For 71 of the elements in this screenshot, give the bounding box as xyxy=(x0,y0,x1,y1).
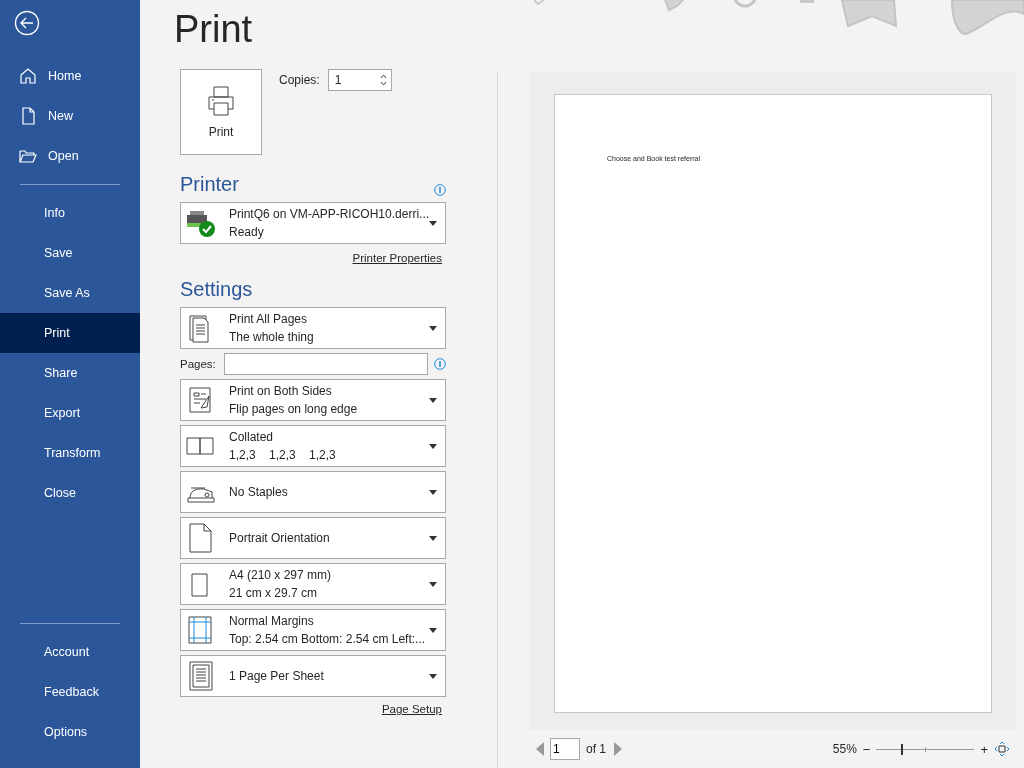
printer-status: Ready xyxy=(229,225,265,239)
setting-title: Portrait Orientation xyxy=(229,531,331,545)
print-button[interactable]: Print xyxy=(180,69,262,155)
sidebar-item[interactable]: Print xyxy=(0,313,140,353)
sidebar-item[interactable]: Account xyxy=(0,632,140,672)
printer-dropdown[interactable]: PrintQ6 on VM-APP-RICOH10.derri... Ready xyxy=(180,202,446,244)
setting-title: No Staples xyxy=(229,485,289,499)
dropdown-caret-icon xyxy=(429,443,437,449)
page-number-field[interactable]: 1 xyxy=(550,738,580,760)
dropdown-caret-icon xyxy=(429,397,437,403)
previous-page-icon[interactable] xyxy=(536,742,544,756)
sidebar-item[interactable]: New xyxy=(0,96,140,136)
info-icon xyxy=(434,358,446,370)
setting-dropdown[interactable]: Collated 1,2,3 1,2,3 1,2,3 xyxy=(180,425,446,467)
sidebar-item[interactable]: Transform xyxy=(0,433,140,473)
zoom-in-button[interactable]: + xyxy=(980,741,988,757)
setting-subtitle: 21 cm x 29.7 cm xyxy=(229,586,319,600)
dropdown-caret-icon xyxy=(429,581,437,587)
setting-dropdown[interactable]: Portrait Orientation xyxy=(180,517,446,559)
page-count: of 1 xyxy=(586,742,606,756)
sidebar-item[interactable]: Feedback xyxy=(0,672,140,712)
copies-spinner[interactable]: 1 xyxy=(327,69,392,91)
spinner-arrows-icon xyxy=(379,73,387,87)
copies-label: Copies: xyxy=(279,72,320,87)
dropdown-caret-icon xyxy=(429,535,437,541)
setting-dropdown[interactable]: No Staples xyxy=(180,471,446,513)
dropdown-caret-icon xyxy=(429,627,437,633)
zoom-slider-thumb[interactable] xyxy=(900,743,903,755)
pages-label: Pages: xyxy=(180,358,216,370)
sidebar-item[interactable]: Close xyxy=(0,473,140,513)
sidebar-item[interactable]: Share xyxy=(0,353,140,393)
setting-subtitle: The whole thing xyxy=(229,330,315,344)
home-icon xyxy=(18,66,38,86)
dropdown-caret-icon xyxy=(429,673,437,679)
sidebar-item[interactable]: Home xyxy=(0,56,140,96)
printer-properties-link[interactable]: Printer Properties xyxy=(352,252,442,264)
page-setup-link[interactable]: Page Setup xyxy=(381,703,442,715)
zoom-out-button[interactable]: − xyxy=(862,741,871,757)
section-heading: Settings xyxy=(180,278,253,301)
sidebar-item[interactable]: Info xyxy=(0,193,140,233)
setting-dropdown[interactable]: Print All Pages The whole thing xyxy=(180,307,446,349)
setting-title: Normal Margins xyxy=(229,614,315,628)
setting-subtitle: Flip pages on long edge xyxy=(229,402,359,416)
setting-title: 1 Page Per Sheet xyxy=(229,669,325,683)
sidebar-item[interactable]: Save As xyxy=(0,273,140,313)
info-icon xyxy=(434,184,446,196)
setting-dropdown[interactable]: 1 Page Per Sheet xyxy=(180,655,446,697)
setting-dropdown[interactable]: A4 (210 x 297 mm) 21 cm x 29.7 cm xyxy=(180,563,446,605)
printer-icon xyxy=(206,85,236,117)
setting-dropdown[interactable]: Normal Margins Top: 2.54 cm Bottom: 2.54 cm Left:... xyxy=(180,609,446,651)
fit-to-window-icon[interactable] xyxy=(994,741,1010,757)
dropdown-caret-icon xyxy=(429,220,437,226)
dropdown-caret-icon xyxy=(429,325,437,331)
section-heading: Printer xyxy=(180,173,239,196)
sidebar-item[interactable]: Options xyxy=(0,712,140,752)
setting-dropdown[interactable]: Print on Both Sides Flip pages on long edge xyxy=(180,379,446,421)
setting-title: Collated xyxy=(229,430,275,444)
zoom-percentage: 55% xyxy=(832,742,857,756)
sidebar-item[interactable]: Export xyxy=(0,393,140,433)
setting-subtitle: 1,2,3 1,2,3 1,2,3 xyxy=(229,448,337,462)
printer-name: PrintQ6 on VM-APP-RICOH10.derri... xyxy=(229,207,429,221)
sidebar-item[interactable]: Open xyxy=(0,136,140,176)
setting-subtitle: Top: 2.54 cm Bottom: 2.54 cm Left:... xyxy=(229,632,427,646)
sidebar-item[interactable]: Save xyxy=(0,233,140,273)
setting-title: A4 (210 x 297 mm) xyxy=(229,568,333,582)
setting-title: Print on Both Sides xyxy=(229,384,333,398)
page-title: Print xyxy=(174,8,254,51)
dropdown-caret-icon xyxy=(429,489,437,495)
pages-field[interactable] xyxy=(224,353,428,375)
setting-title: Print All Pages xyxy=(229,312,309,326)
next-page-icon[interactable] xyxy=(614,742,622,756)
